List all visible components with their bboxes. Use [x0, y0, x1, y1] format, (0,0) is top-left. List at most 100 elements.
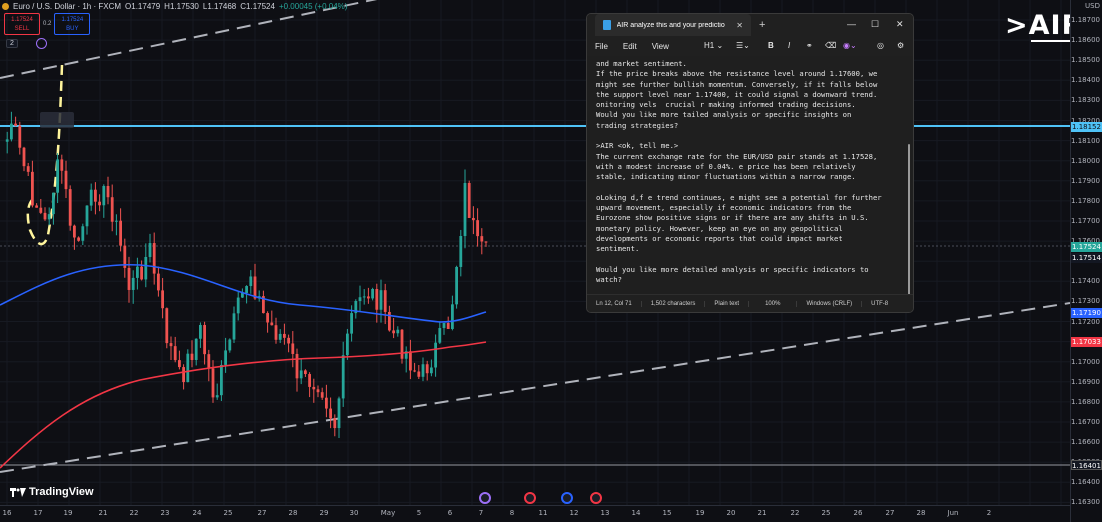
- economic-event-icon[interactable]: [590, 492, 602, 504]
- economic-event-icon[interactable]: [561, 492, 573, 504]
- list-icon[interactable]: ☰⌄: [736, 41, 750, 50]
- time-tick-label: Jun: [947, 509, 959, 517]
- symbol-title[interactable]: Euro / U.S. Dollar · 1h · FXCM: [13, 2, 121, 11]
- menu-file[interactable]: File: [595, 42, 608, 51]
- price-tick-label: 1.16800: [1071, 397, 1100, 406]
- price-tick-label: 1.16600: [1071, 438, 1100, 447]
- status-zoom[interactable]: 100%: [749, 300, 798, 307]
- italic-icon[interactable]: I: [788, 41, 790, 50]
- candle-body: [476, 220, 479, 237]
- price-tick-label: 1.18000: [1071, 156, 1100, 165]
- candle-body: [199, 325, 202, 339]
- time-tick-label: 14: [631, 509, 641, 517]
- tab-close-icon[interactable]: ✕: [736, 21, 743, 30]
- time-tick-label: 12: [569, 509, 579, 517]
- time-tick-label: 16: [2, 509, 12, 517]
- candle-body: [299, 370, 303, 379]
- candle-body: [438, 328, 442, 343]
- heading-dropdown[interactable]: H1 ⌄: [704, 41, 723, 50]
- candle-body: [186, 353, 190, 383]
- candle-body: [484, 241, 488, 243]
- notepad-window[interactable]: AIR analyze this and your predictio ✕ + …: [586, 13, 914, 313]
- price-axis[interactable]: USD 1.18700 1.18600 1.18500 1.18400 1.18300 1…: [1070, 0, 1102, 522]
- buy-button[interactable]: 1.17524 BUY: [54, 13, 91, 35]
- notepad-scrollbar[interactable]: [908, 144, 910, 296]
- indicators-count: 2: [10, 40, 14, 47]
- menu-edit[interactable]: Edit: [623, 42, 637, 51]
- menu-view[interactable]: View: [652, 42, 669, 51]
- candle-body: [316, 389, 320, 393]
- ohlc-close: C1.17524: [240, 2, 275, 11]
- candle-body: [68, 189, 72, 226]
- time-tick-label: 22: [790, 509, 800, 517]
- candle-body: [203, 325, 206, 355]
- candle-body: [157, 273, 160, 291]
- candle-body: [85, 205, 89, 227]
- time-tick-label: 6: [447, 509, 453, 517]
- bold-icon[interactable]: B: [768, 41, 774, 50]
- candle-body: [350, 313, 353, 334]
- time-tick-label: 28: [288, 509, 298, 517]
- buy-label: BUY: [66, 26, 79, 32]
- status-format: Plain text: [705, 300, 750, 307]
- new-tab-button[interactable]: +: [759, 19, 765, 31]
- candle-body: [131, 277, 135, 290]
- economic-event-icon[interactable]: [524, 492, 536, 504]
- notepad-tab[interactable]: AIR analyze this and your predictio ✕: [595, 14, 751, 36]
- candle-body: [446, 323, 450, 329]
- status-line-ending[interactable]: Windows (CRLF): [797, 300, 863, 307]
- time-tick-label: 28: [916, 509, 926, 517]
- indicators-toggle[interactable]: 2: [6, 39, 18, 48]
- candle-body: [115, 220, 118, 222]
- time-tick-label: 19: [63, 509, 73, 517]
- minimize-button[interactable]: —: [847, 19, 856, 29]
- candle-body: [47, 214, 51, 220]
- status-characters: 1,502 characters: [642, 300, 706, 307]
- candle-body: [266, 313, 269, 323]
- candle-body: [232, 313, 236, 340]
- candle-body: [182, 367, 185, 383]
- time-tick-label: 21: [98, 509, 108, 517]
- maximize-button[interactable]: ☐: [871, 19, 879, 30]
- candle-body: [451, 304, 454, 329]
- candle-body: [409, 351, 412, 371]
- channel-lower-line: [0, 302, 1070, 473]
- status-encoding[interactable]: UTF-8: [862, 301, 897, 307]
- candle-body: [194, 338, 198, 360]
- notepad-icon: [603, 20, 611, 30]
- candle-body: [228, 339, 232, 351]
- price-tick-label: 1.17700: [1071, 217, 1100, 225]
- candle-body: [89, 189, 93, 206]
- sell-button[interactable]: 1.17524 SELL: [4, 13, 40, 35]
- notepad-text-area[interactable]: and market sentiment. If the price break…: [587, 57, 913, 297]
- price-tick-label: 1.18700: [1071, 16, 1100, 24]
- candle-body: [270, 322, 274, 326]
- close-button[interactable]: ✕: [896, 19, 904, 30]
- price-tick-label: 1.18300: [1071, 96, 1100, 105]
- time-axis[interactable]: 16 17 19 21 22 23 24 25 27 28 29 30 May 5 6 7 8 11 12 13 14 1…: [0, 492, 1070, 522]
- price-tick-label: 1.17900: [1071, 176, 1100, 185]
- time-tick-label: 11: [538, 509, 548, 517]
- candle-body: [434, 342, 437, 368]
- time-tick-label: 8: [509, 509, 515, 517]
- clear-format-icon[interactable]: ⌫: [825, 41, 836, 50]
- copilot-icon[interactable]: ◉⌄: [843, 41, 857, 50]
- settings-gear-icon[interactable]: ⚙: [897, 41, 904, 50]
- candle-body: [22, 147, 26, 167]
- symbol-header: Euro / U.S. Dollar · 1h · FXCM O1.17479 …: [2, 2, 347, 11]
- link-icon[interactable]: ⚭: [806, 41, 813, 50]
- time-tick-label: 21: [757, 509, 767, 517]
- notepad-statusbar: Ln 12, Col 71 1,502 characters Plain tex…: [587, 294, 913, 312]
- candle-body: [304, 370, 307, 375]
- time-tick-label: 2: [986, 509, 992, 517]
- price-tick-label: 1.18600: [1071, 36, 1100, 45]
- candle-body: [287, 337, 290, 344]
- current-price-tag: 1.17524: [1071, 242, 1102, 252]
- candle-body: [136, 266, 139, 278]
- visibility-icon[interactable]: [36, 38, 47, 49]
- account-icon[interactable]: ◎: [877, 41, 884, 50]
- candle-body: [421, 364, 425, 377]
- candle-body: [220, 364, 223, 396]
- economic-event-icon[interactable]: [479, 492, 491, 504]
- time-tick-label: 27: [885, 509, 895, 517]
